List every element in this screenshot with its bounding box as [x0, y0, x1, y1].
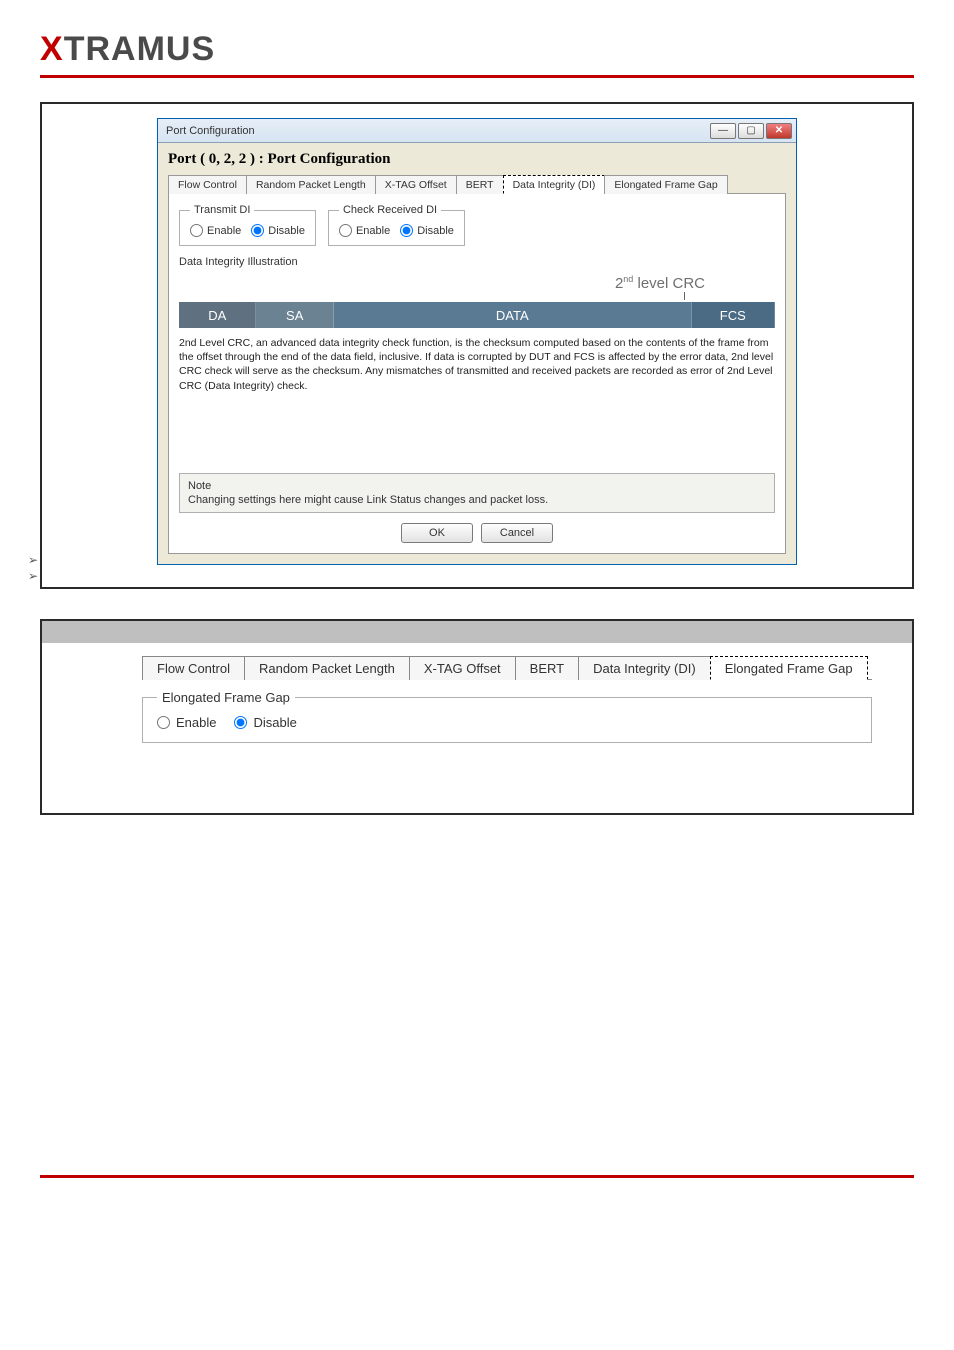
minimize-button[interactable]: — — [710, 123, 736, 139]
transmit-disable-radio[interactable] — [251, 224, 264, 237]
port-config-window: Port Configuration — ▢ ✕ Port ( 0, 2, 2 … — [157, 118, 797, 565]
tab-flow-control[interactable]: Flow Control — [168, 175, 247, 194]
page-title: Port ( 0, 2, 2 ) : Port Configuration — [168, 151, 786, 168]
efg-enable-option[interactable]: Enable — [157, 715, 216, 730]
window-title: Port Configuration — [166, 125, 255, 137]
tab2-flow-control[interactable]: Flow Control — [142, 656, 245, 680]
check-enable-option[interactable]: Enable — [339, 224, 390, 237]
efg-enable-radio[interactable] — [157, 716, 170, 729]
tab2-random-packet-length[interactable]: Random Packet Length — [244, 656, 410, 680]
group-transmit-di: Transmit DI Enable Disable — [179, 204, 316, 246]
efg-disable-label: Disable — [253, 715, 296, 730]
header-divider — [40, 75, 914, 78]
tab-elongated-frame-gap[interactable]: Elongated Frame Gap — [604, 175, 727, 194]
transmit-enable-label: Enable — [207, 225, 241, 237]
note-text: Changing settings here might cause Link … — [188, 494, 766, 506]
tabbar: Flow Control Random Packet Length X-TAG … — [168, 174, 786, 194]
group-illustration: Data Integrity Illustration 2nd level CR… — [179, 254, 775, 393]
chevron-right-icon: ➢ — [28, 569, 38, 583]
check-enable-radio[interactable] — [339, 224, 352, 237]
crc-label: 2nd level CRC — [179, 274, 775, 292]
frame-diagram: DA SA DATA FCS — [179, 302, 775, 328]
segment-da: DA — [179, 302, 256, 328]
window-controls: — ▢ ✕ — [710, 123, 792, 139]
tab2-xtag-offset[interactable]: X-TAG Offset — [409, 656, 516, 680]
footer-divider — [40, 1175, 914, 1178]
transmit-disable-option[interactable]: Disable — [251, 224, 305, 237]
window-titlebar: Port Configuration — ▢ ✕ — [158, 119, 796, 143]
bullet-markers: ➢ ➢ — [28, 553, 38, 583]
check-disable-option[interactable]: Disable — [400, 224, 454, 237]
tabbar-2: Flow Control Random Packet Length X-TAG … — [142, 655, 872, 680]
chevron-right-icon: ➢ — [28, 553, 38, 567]
note-box: Note Changing settings here might cause … — [179, 473, 775, 513]
group-transmit-di-legend: Transmit DI — [190, 204, 254, 216]
group-elongated-frame-gap: Elongated Frame Gap Enable Disable — [142, 690, 872, 743]
check-disable-label: Disable — [417, 225, 454, 237]
window-body: Port ( 0, 2, 2 ) : Port Configuration Fl… — [158, 143, 796, 564]
transmit-enable-radio[interactable] — [190, 224, 203, 237]
tab-bert[interactable]: BERT — [456, 175, 504, 194]
segment-sa: SA — [256, 302, 333, 328]
figure-port-config: Port Configuration — ▢ ✕ Port ( 0, 2, 2 … — [40, 102, 914, 589]
transmit-disable-label: Disable — [268, 225, 305, 237]
efg-disable-radio[interactable] — [234, 716, 247, 729]
transmit-enable-option[interactable]: Enable — [190, 224, 241, 237]
tab2-elongated-frame-gap[interactable]: Elongated Frame Gap — [710, 656, 868, 680]
illustration-legend: Data Integrity Illustration — [179, 256, 775, 268]
figure-header-bar — [42, 621, 912, 643]
efg-enable-label: Enable — [176, 715, 216, 730]
segment-data: DATA — [334, 302, 692, 328]
figure-elongated-frame-gap: Flow Control Random Packet Length X-TAG … — [40, 619, 914, 815]
tabpage-data-integrity: Transmit DI Enable Disable — [168, 194, 786, 554]
group-check-legend: Check Received DI — [339, 204, 441, 216]
tab2-bert[interactable]: BERT — [515, 656, 579, 680]
efg-disable-option[interactable]: Disable — [234, 715, 296, 730]
close-button[interactable]: ✕ — [766, 123, 792, 139]
tab-random-packet-length[interactable]: Random Packet Length — [246, 175, 376, 194]
cancel-button[interactable]: Cancel — [481, 523, 553, 543]
maximize-button[interactable]: ▢ — [738, 123, 764, 139]
dialog-buttons: OK Cancel — [179, 523, 775, 543]
brand-x: X — [40, 30, 64, 68]
check-enable-label: Enable — [356, 225, 390, 237]
check-disable-radio[interactable] — [400, 224, 413, 237]
ok-button[interactable]: OK — [401, 523, 473, 543]
illustration-explanation: 2nd Level CRC, an advanced data integrit… — [179, 336, 775, 393]
brand-rest: TRAMUS — [64, 30, 215, 68]
group-check-received-di: Check Received DI Enable Disable — [328, 204, 465, 246]
segment-fcs: FCS — [692, 302, 775, 328]
brand-logo: XTRAMUS — [40, 30, 914, 69]
tab-xtag-offset[interactable]: X-TAG Offset — [375, 175, 457, 194]
group-efg-legend: Elongated Frame Gap — [157, 690, 295, 705]
crc-pointer — [179, 292, 775, 300]
tab-data-integrity[interactable]: Data Integrity (DI) — [503, 175, 606, 194]
note-heading: Note — [188, 480, 766, 492]
tab2-data-integrity[interactable]: Data Integrity (DI) — [578, 656, 711, 680]
